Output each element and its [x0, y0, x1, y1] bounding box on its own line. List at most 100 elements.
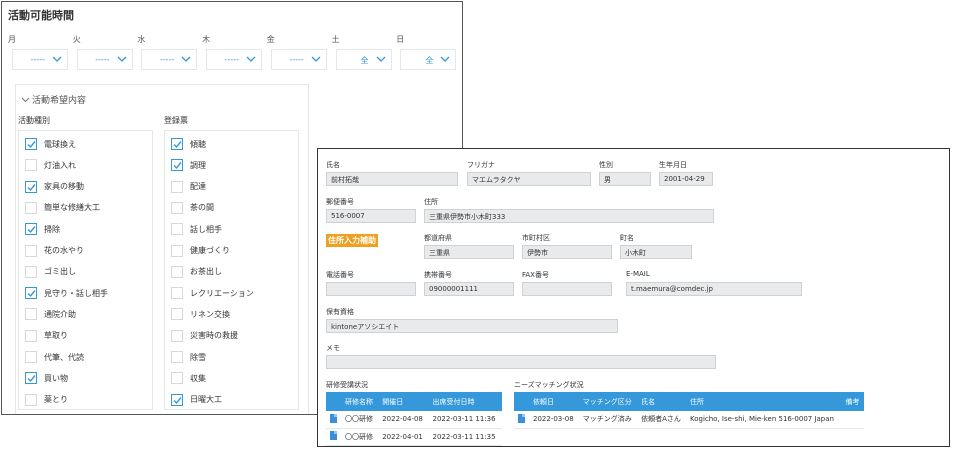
checkbox-checked[interactable] — [25, 372, 37, 385]
checkbox-checked[interactable] — [25, 180, 37, 193]
checkbox-checked[interactable] — [171, 393, 183, 406]
checkbox-item[interactable]: レクリエーション — [171, 286, 254, 300]
checkbox-item[interactable]: 配達 — [171, 180, 206, 194]
city-field[interactable]: 伊勢市 — [522, 245, 612, 259]
memo-field[interactable] — [326, 355, 716, 369]
day-dropdown[interactable]: ----- — [12, 49, 68, 70]
checkbox-unchecked[interactable] — [171, 201, 183, 214]
day-dropdown[interactable]: ----- — [206, 49, 263, 70]
phone-field[interactable] — [326, 282, 416, 296]
checkbox-unchecked[interactable] — [171, 244, 183, 257]
day-dropdown[interactable]: 全 — [335, 49, 392, 70]
checkbox-item[interactable]: 買い物 — [25, 371, 68, 385]
checkbox-unchecked[interactable] — [25, 159, 37, 172]
checkbox-checked[interactable] — [25, 223, 37, 236]
checkbox-label: 災害時の救援 — [190, 331, 238, 341]
qual-field[interactable]: kintoneアソシエイト — [326, 319, 618, 333]
checkbox-checked[interactable] — [25, 287, 37, 300]
checkbox-item[interactable]: 通院介助 — [25, 307, 76, 321]
checkbox-item[interactable]: 家具の移動 — [25, 180, 84, 194]
day-dropdown[interactable]: ----- — [141, 49, 198, 70]
checkbox-label: 健康づくり — [190, 246, 230, 255]
day-dropdown[interactable]: ----- — [270, 49, 327, 70]
email-field[interactable]: t.maemura@comdec.jp — [626, 282, 802, 296]
checkbox-label: 代筆、代読 — [44, 352, 84, 362]
checkbox-unchecked[interactable] — [25, 308, 37, 321]
gender-field[interactable]: 男 — [599, 172, 651, 186]
checkbox-item[interactable]: 掃除 — [25, 222, 60, 236]
checkbox-item[interactable]: 花の水やり — [25, 244, 84, 258]
checkbox-item[interactable]: お茶出し — [171, 265, 222, 279]
zip-label: 郵便番号 — [326, 198, 354, 206]
checkbox-unchecked[interactable] — [171, 287, 183, 300]
checkbox-unchecked[interactable] — [25, 265, 37, 278]
table-header: 開催日 — [378, 392, 429, 411]
checkbox-item[interactable]: 健康づくり — [171, 244, 230, 258]
furigana-field[interactable]: マエムラタクヤ — [467, 172, 591, 186]
checkbox-checked[interactable] — [171, 138, 183, 150]
checkbox-unchecked[interactable] — [25, 329, 37, 342]
checkbox-item[interactable]: 草取り — [25, 329, 68, 343]
name-field[interactable]: 前村拓哉 — [326, 172, 458, 186]
table-header: 氏名 — [637, 392, 686, 411]
checkbox-unchecked[interactable] — [25, 201, 37, 214]
mobile-field[interactable]: 09000001111 — [424, 282, 514, 296]
table-cell-icon[interactable] — [514, 411, 529, 429]
checkbox-item[interactable]: 調理 — [171, 158, 206, 172]
fax-field[interactable] — [522, 282, 612, 296]
pref-label: 都道府県 — [424, 234, 452, 242]
checkbox-unchecked[interactable] — [25, 351, 37, 363]
checkbox-item[interactable]: 傾聴 — [171, 137, 206, 151]
checkbox-item[interactable]: 薬とり — [25, 393, 68, 407]
checkbox-unchecked[interactable] — [171, 351, 183, 363]
day-dropdown[interactable]: 全 — [400, 49, 457, 70]
checkbox-checked[interactable] — [25, 138, 37, 150]
checkbox-unchecked[interactable] — [171, 372, 183, 385]
day-dropdown[interactable]: ----- — [76, 49, 133, 70]
table-row[interactable]: 〇〇研修 2022-04-01 2022-03-11 11:35 — [326, 428, 502, 446]
town-field[interactable]: 小木町 — [620, 245, 692, 259]
checkbox-label: 見守り・話し相手 — [44, 288, 108, 298]
document-icon[interactable] — [518, 413, 525, 423]
checkbox-item[interactable]: 日曜大工 — [171, 393, 222, 407]
checkbox-unchecked[interactable] — [171, 265, 183, 278]
birth-field[interactable]: 2001-04-29 — [659, 172, 713, 186]
checkbox-item[interactable]: 除雪 — [171, 350, 206, 364]
checkbox-unchecked[interactable] — [25, 393, 37, 406]
table-cell-icon[interactable] — [326, 428, 341, 446]
checkbox-unchecked[interactable] — [171, 223, 183, 236]
checkbox-unchecked[interactable] — [171, 180, 183, 193]
address-field[interactable]: 三重県伊勢市小木町333 — [424, 209, 714, 223]
checkbox-item[interactable]: 代筆、代読 — [25, 350, 84, 364]
pref-field[interactable]: 三重県 — [424, 245, 514, 259]
furigana-label: フリガナ — [467, 161, 495, 169]
table-header: 備考 — [841, 392, 864, 411]
section-toggle[interactable]: 活動希望内容 — [21, 93, 86, 106]
table-header: マッチング区分 — [578, 392, 638, 411]
chevron-down-icon — [246, 56, 256, 62]
checkbox-item[interactable]: 灯油入れ — [25, 158, 76, 172]
table-cell-icon[interactable] — [326, 411, 341, 429]
checkbox-item[interactable]: 災害時の救援 — [171, 329, 238, 343]
checkbox-item[interactable]: 茶の間 — [171, 201, 214, 215]
checkbox-item[interactable]: 見守り・話し相手 — [25, 286, 108, 300]
checkbox-item[interactable]: 話し相手 — [171, 222, 222, 236]
checkbox-item[interactable]: 簡単な修繕大工 — [25, 201, 100, 215]
table-cell: 依頼者Aさん — [637, 411, 686, 429]
table-row[interactable]: 〇〇研修 2022-04-08 2022-03-11 11:36 — [326, 411, 502, 429]
zip-field[interactable]: 516-0007 — [326, 209, 416, 223]
checkbox-item[interactable]: ゴミ出し — [25, 265, 76, 279]
checkbox-item[interactable]: 収集 — [171, 371, 206, 385]
checkbox-unchecked[interactable] — [171, 308, 183, 321]
document-icon[interactable] — [330, 413, 337, 423]
checkbox-unchecked[interactable] — [171, 329, 183, 342]
checkbox-checked[interactable] — [171, 159, 183, 172]
check-icon — [27, 290, 36, 298]
document-icon[interactable] — [330, 431, 337, 440]
table-row[interactable]: 2022-03-08 マッチング済み 依頼者Aさん Kogicho, Ise-shi,… — [514, 411, 864, 429]
member-record-panel: 氏名 前村拓哉 フリガナ マエムラタクヤ 性別 男 生年月日 2001-04-2… — [317, 148, 950, 447]
checkbox-item[interactable]: リネン交換 — [171, 307, 230, 321]
checkbox-unchecked[interactable] — [25, 244, 37, 257]
address-assist-badge[interactable]: 住所入力補助 — [326, 234, 378, 247]
checkbox-item[interactable]: 電球換え — [25, 137, 76, 151]
